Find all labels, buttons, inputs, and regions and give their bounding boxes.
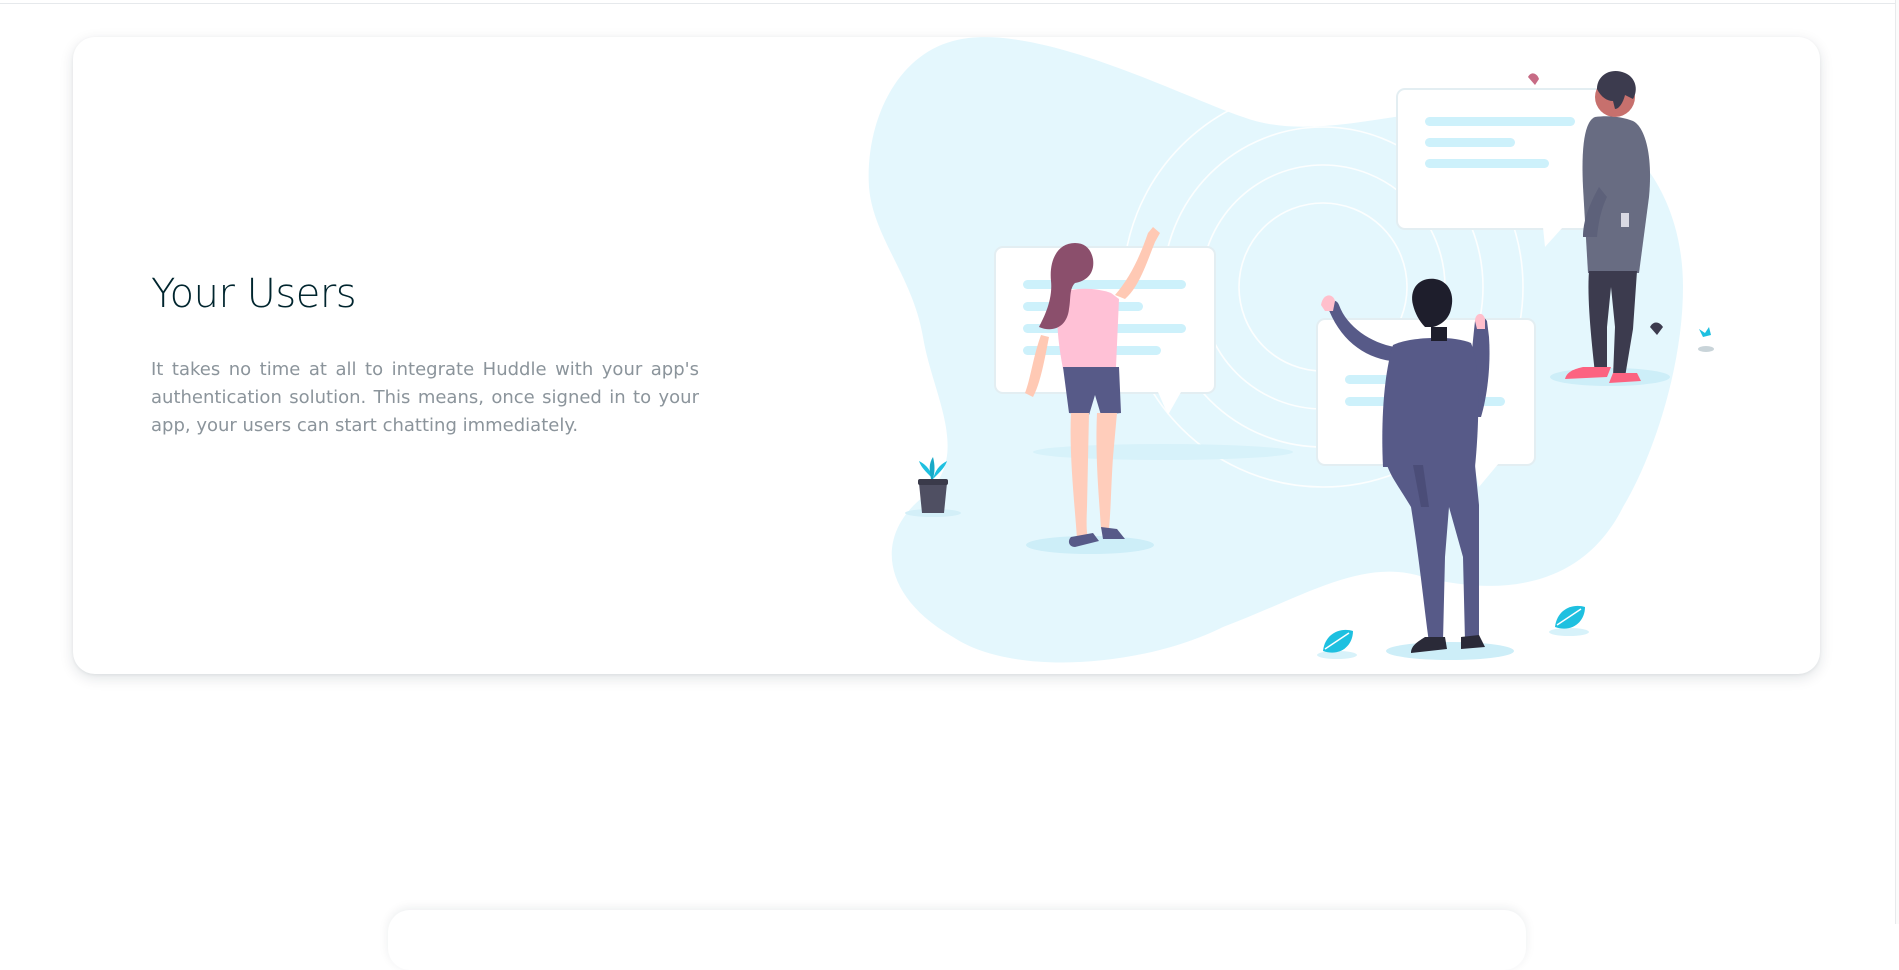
page-top-divider (0, 0, 1899, 4)
feature-text-block: Your Users It takes no time at all to in… (151, 270, 699, 440)
feature-title: Your Users (151, 271, 357, 317)
feature-card-your-users: Your Users It takes no time at all to in… (73, 37, 1820, 674)
leaf-icon-bottom-left (1317, 629, 1357, 659)
page-scrollbar[interactable] (1895, 0, 1899, 924)
leaf-icon-bottom-right (1549, 605, 1589, 636)
speech-bubble-top-right (1396, 88, 1610, 247)
next-feature-card (388, 910, 1526, 970)
users-chatting-illustration (868, 37, 1714, 663)
feature-description: It takes no time at all to integrate Hud… (151, 359, 699, 436)
